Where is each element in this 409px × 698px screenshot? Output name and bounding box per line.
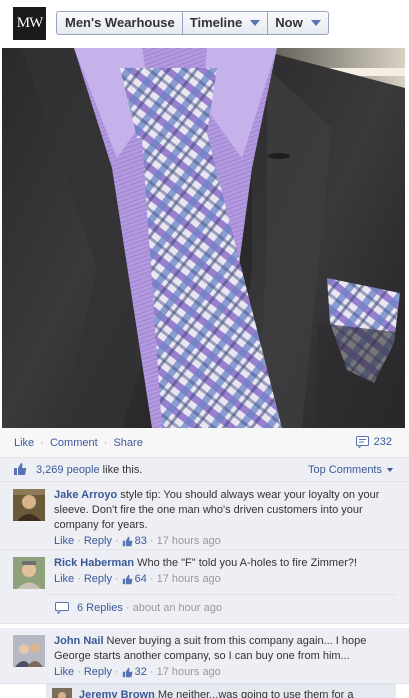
share-count-icon — [355, 436, 369, 448]
comment-author-link[interactable]: John Nail — [54, 635, 104, 647]
comment-timestamp[interactable]: 17 hours ago — [157, 534, 221, 549]
comment-meta: Like · Reply · 83 · 17 hours ago — [54, 534, 394, 549]
comment-item: John Nail Never buying a suit from this c… — [0, 628, 409, 684]
share-link[interactable]: Share — [113, 437, 142, 449]
brand-logo[interactable]: MW — [13, 7, 46, 40]
separator-dot: · — [77, 573, 81, 585]
comment-meta: Like · Reply · 64 · 17 hours ago — [54, 572, 394, 587]
post-actions-bar: Like · Comment · Share 232 — [0, 428, 409, 458]
avatar[interactable] — [52, 688, 72, 698]
comment-like-count[interactable]: 64 — [135, 572, 147, 587]
breadcrumb-page-name[interactable]: Men's Wearhouse — [57, 12, 182, 34]
breadcrumb-timeline-label: Timeline — [189, 15, 243, 30]
avatar[interactable] — [13, 635, 45, 667]
comment-like-link[interactable]: Like — [54, 534, 74, 549]
separator-dot: · — [149, 535, 154, 547]
comment-like-count[interactable]: 32 — [135, 665, 147, 680]
comment-reply-link[interactable]: Reply — [84, 572, 112, 587]
comment-like-link[interactable]: Like — [54, 665, 74, 680]
comment-timestamp[interactable]: 17 hours ago — [157, 572, 221, 587]
comment-like-link[interactable]: Like — [54, 572, 74, 587]
comment-timestamp[interactable]: 17 hours ago — [157, 665, 221, 680]
breadcrumb: Men's Wearhouse Timeline Now — [56, 11, 329, 35]
replies-summary[interactable]: 6 Replies · about an hour ago — [46, 594, 396, 620]
top-comments-dropdown[interactable]: Top Comments — [308, 464, 393, 476]
comment-item: Jake Arroyo style tip: You should always … — [0, 482, 409, 550]
reply-author-link[interactable]: Jeremy Brown — [79, 689, 155, 698]
comment-like-count[interactable]: 83 — [135, 534, 147, 549]
separator-dot: · — [114, 666, 119, 678]
like-link[interactable]: Like — [14, 437, 34, 449]
separator-dot: · — [77, 535, 81, 547]
separator-dot: · — [149, 666, 154, 678]
thumbs-up-icon — [122, 667, 133, 678]
post-photo[interactable] — [2, 48, 405, 428]
chevron-down-icon — [250, 20, 261, 26]
likes-suffix: like this. — [99, 464, 143, 476]
comment-author-link[interactable]: Rick Haberman — [54, 557, 134, 569]
thumbs-up-icon — [122, 574, 133, 585]
chevron-down-icon — [310, 20, 321, 26]
comment-reply-link[interactable]: Reply — [84, 534, 112, 549]
chevron-down-icon — [387, 468, 393, 472]
separator-dot: · — [114, 535, 119, 547]
separator-dot: · — [40, 437, 44, 449]
suit-and-tie-photo — [2, 48, 405, 428]
page-header: MW Men's Wearhouse Timeline Now — [0, 0, 409, 48]
likes-summary: 3,269 people like this. Top Comments — [0, 458, 409, 482]
separator-dot: · — [149, 573, 154, 585]
share-count-value: 232 — [373, 436, 392, 448]
thumbs-up-icon — [14, 463, 27, 475]
breadcrumb-now-label: Now — [275, 15, 303, 30]
speech-bubble-icon — [55, 602, 69, 614]
breadcrumb-timeline[interactable]: Timeline — [181, 12, 268, 34]
likes-count-link[interactable]: 3,269 people — [36, 464, 100, 476]
separator-dot: · — [103, 437, 108, 449]
separator-dot: · — [77, 666, 81, 678]
comment-text: Who the "F" told you A-holes to fire Zim… — [137, 557, 358, 569]
breadcrumb-now[interactable]: Now — [267, 12, 327, 34]
separator-dot: · — [125, 602, 130, 614]
comment-meta: Like · Reply · 32 · 17 hours ago — [54, 665, 394, 680]
comment-reply-link[interactable]: Reply — [84, 665, 112, 680]
share-count[interactable]: 232 — [355, 436, 392, 448]
top-comments-label: Top Comments — [308, 464, 382, 476]
replies-timestamp: about an hour ago — [132, 602, 222, 614]
separator-dot: · — [114, 573, 119, 585]
comment-author-link[interactable]: Jake Arroyo — [54, 489, 117, 501]
avatar[interactable] — [13, 489, 45, 521]
reply-text: Me neither...was going to use them for a — [157, 689, 354, 698]
avatar[interactable] — [13, 557, 45, 589]
reply-item: Jeremy Brown Me neither...was going to us… — [46, 684, 396, 698]
breadcrumb-page-label: Men's Wearhouse — [65, 15, 175, 30]
thumbs-up-icon — [122, 536, 133, 547]
view-replies-link[interactable]: 6 Replies — [77, 602, 123, 614]
comment-link[interactable]: Comment — [50, 437, 98, 449]
